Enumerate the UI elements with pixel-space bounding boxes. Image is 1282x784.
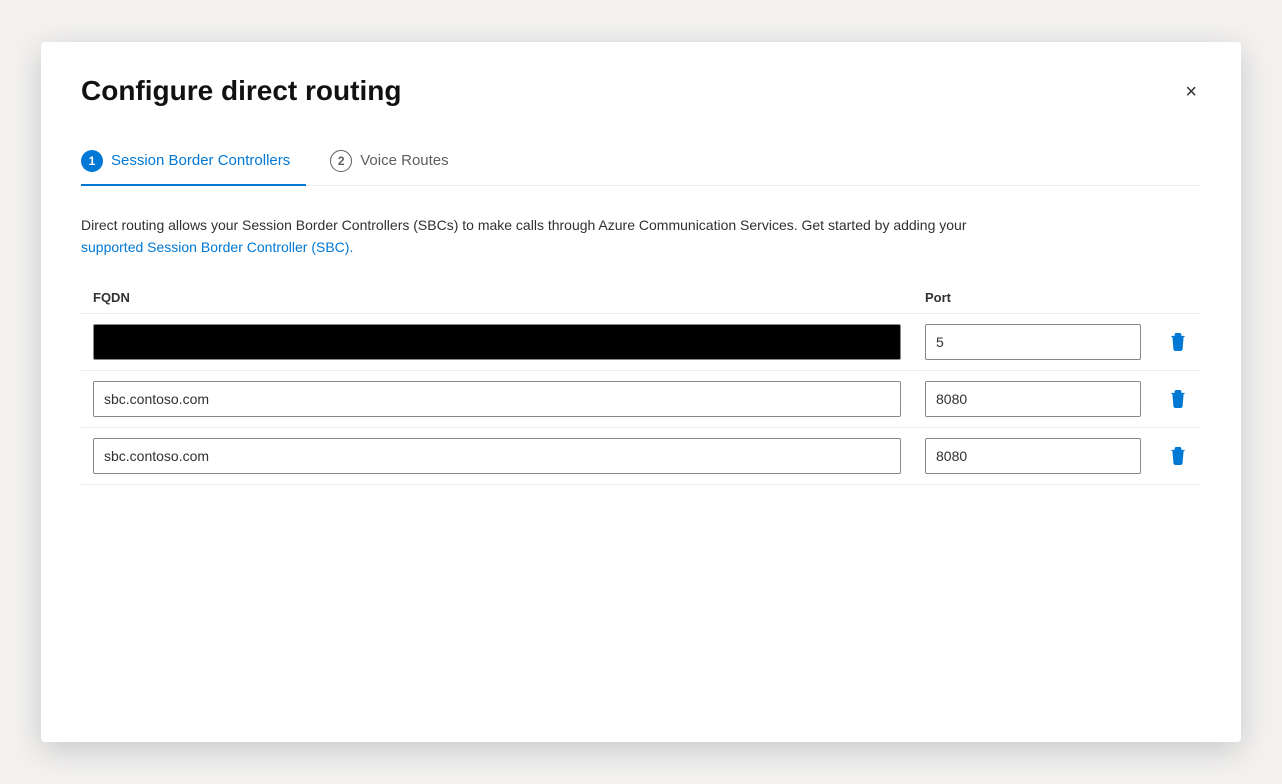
delete-cell-3	[1153, 443, 1201, 469]
col-header-fqdn: FQDN	[81, 290, 913, 305]
fqdn-input-3[interactable]	[93, 438, 901, 474]
delete-cell-1	[1153, 329, 1201, 355]
col-header-actions	[1153, 290, 1201, 305]
close-button[interactable]: ×	[1181, 78, 1201, 106]
delete-cell-2	[1153, 386, 1201, 412]
col-header-port: Port	[913, 290, 1153, 305]
port-cell-3	[913, 438, 1153, 474]
configure-direct-routing-dialog: Configure direct routing × 1 Session Bor…	[41, 42, 1241, 742]
tab-label-voice-routes: Voice Routes	[360, 152, 448, 169]
dialog-title: Configure direct routing	[81, 74, 401, 108]
port-cell-1	[913, 324, 1153, 360]
table-header: FQDN Port	[81, 290, 1201, 314]
port-input-2[interactable]	[925, 381, 1141, 417]
trash-icon-1	[1169, 333, 1187, 351]
fqdn-cell-3	[81, 438, 913, 474]
fqdn-cell-1	[81, 324, 913, 360]
trash-icon-2	[1169, 390, 1187, 408]
table-row	[81, 371, 1201, 428]
delete-button-1[interactable]	[1165, 329, 1191, 355]
fqdn-input-2[interactable]	[93, 381, 901, 417]
fqdn-cell-2	[81, 381, 913, 417]
fqdn-input-1[interactable]	[93, 324, 901, 360]
port-input-3[interactable]	[925, 438, 1141, 474]
tab-voice-routes[interactable]: 2 Voice Routes	[330, 140, 464, 186]
port-cell-2	[913, 381, 1153, 417]
tab-number-1: 1	[81, 150, 103, 172]
tab-number-2: 2	[330, 150, 352, 172]
table-row	[81, 314, 1201, 371]
table-rows	[81, 314, 1201, 485]
table-row	[81, 428, 1201, 485]
delete-button-2[interactable]	[1165, 386, 1191, 412]
tab-label-sbc: Session Border Controllers	[111, 152, 290, 169]
port-input-1[interactable]	[925, 324, 1141, 360]
delete-button-3[interactable]	[1165, 443, 1191, 469]
trash-icon-3	[1169, 447, 1187, 465]
description-text: Direct routing allows your Session Borde…	[81, 214, 981, 259]
tabs-container: 1 Session Border Controllers 2 Voice Rou…	[81, 140, 1201, 186]
dialog-header: Configure direct routing ×	[81, 74, 1201, 108]
sbc-link[interactable]: supported Session Border Controller (SBC…	[81, 239, 353, 255]
tab-session-border-controllers[interactable]: 1 Session Border Controllers	[81, 140, 306, 186]
description-text-before-link: Direct routing allows your Session Borde…	[81, 217, 967, 233]
